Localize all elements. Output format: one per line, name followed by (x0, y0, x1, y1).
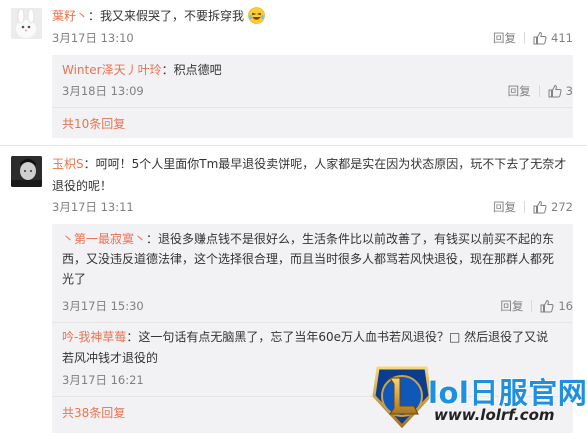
divider (524, 201, 526, 213)
reply-actions: 回复 16 (500, 298, 573, 314)
thumbs-up-icon[interactable] (533, 200, 547, 214)
more-replies-link[interactable]: 共10条回复 (62, 116, 125, 132)
divider (52, 107, 573, 108)
reply-button[interactable]: 回复 (493, 199, 516, 215)
comment-text: ：我又来假哭了，不要拆穿我 (88, 9, 245, 23)
reply-list: Winter泽天丿叶玲：积点德吧 3月18日 13:09 回复 3 共10条回复 (52, 55, 573, 138)
reply-text-line: 西，又没违反道德法律，这个选择很合理，而且当时很多人都骂若风快退役，现在那群人都… (62, 252, 555, 266)
comment-separator (0, 145, 587, 146)
thumbs-up-icon[interactable] (540, 299, 554, 313)
comment-date: 3月17日 13:11 (52, 200, 134, 214)
comment-actions: 回复 411 (493, 30, 573, 46)
divider (52, 322, 573, 323)
thumbs-up-icon[interactable] (533, 31, 547, 45)
reply-actions: 回复 3 (508, 83, 573, 99)
comment-text: ：呵呵！5个人里面你Tm最早退役卖饼呢，人家都是实在因为状态原因，玩不下去了无奈… (83, 157, 567, 171)
reply-username[interactable]: Winter泽天丿叶玲 (62, 63, 162, 77)
reply-text-line: 光了 (62, 272, 87, 286)
watermark-url: www.lolrf.com (434, 406, 555, 424)
comment-username[interactable]: 葉籽丶 (52, 9, 88, 23)
lol-logo-icon (372, 366, 432, 429)
divider (538, 85, 540, 97)
reply-username[interactable]: 吟-我神草莓 (62, 330, 126, 344)
reply-date: 3月17日 16:21 (62, 373, 144, 387)
reply-text: ：这一句话有点无脑黑了，忘了当年60e万人血书若风退役？□ 然后退役了又说 (126, 330, 549, 344)
comment-text-line: 玉枳S：呵呵！5个人里面你Tm最早退役卖饼呢，人家都是实在因为状态原因，玩不下去… (52, 155, 566, 173)
comment-username[interactable]: 玉枳S (52, 157, 84, 171)
comment-text-line: 葉籽丶：我又来假哭了，不要拆穿我 (52, 7, 265, 25)
like-count: 411 (551, 31, 573, 45)
more-replies-link[interactable]: 共38条回复 (62, 405, 125, 421)
avatar[interactable] (11, 156, 42, 187)
reply-date: 3月17日 15:30 (62, 299, 144, 313)
comment-text-line: 退役的呢！ (52, 179, 113, 193)
avatar[interactable] (11, 8, 42, 39)
reply-button[interactable]: 回复 (500, 298, 523, 314)
reply-text: ：退役多赚点钱不是很好么，生活条件比以前改善了，有钱买以前买不起的东 (146, 232, 555, 246)
like-count: 272 (551, 200, 573, 214)
laugh-cry-emoji (248, 7, 265, 24)
reply-button[interactable]: 回复 (493, 30, 516, 46)
divider (531, 300, 533, 312)
reply-text-line: Winter泽天丿叶玲：积点德吧 (62, 61, 222, 79)
reply-text-line: 吟-我神草莓：这一句话有点无脑黑了，忘了当年60e万人血书若风退役？□ 然后退役… (62, 328, 548, 346)
reply-text-line: 若风冲钱才退役的 (62, 351, 159, 365)
reply-text: ：积点德吧 (161, 63, 222, 77)
reply-username[interactable]: 丶第一最寂寞丶 (62, 232, 146, 246)
thumbs-up-icon[interactable] (548, 84, 562, 98)
like-count: 16 (558, 299, 573, 313)
reply-text-line: 丶第一最寂寞丶：退役多赚点钱不是很好么，生活条件比以前改善了，有钱买以前买不起的… (62, 230, 554, 248)
comment-date: 3月17日 13:10 (52, 31, 134, 45)
divider (524, 32, 526, 44)
reply-button[interactable]: 回复 (508, 83, 531, 99)
reply-date: 3月18日 13:09 (62, 84, 144, 98)
like-count: 3 (565, 84, 573, 98)
watermark: lol日服官网 www.lolrf.com (368, 362, 587, 432)
comment-actions: 回复 272 (493, 199, 573, 215)
